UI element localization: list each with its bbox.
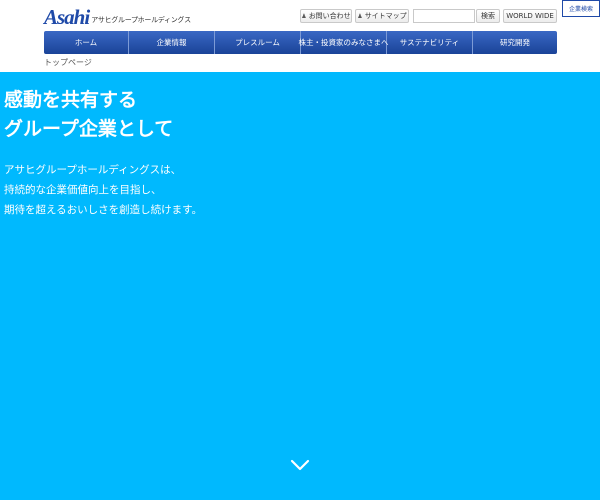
nav-item-investors[interactable]: 株主・投資家のみなさまへ <box>299 31 389 54</box>
person-icon: ♟ <box>301 12 307 20</box>
site-header: Asahi アサヒグループホールディングス ♟ お問い合わせ ♟ サイトマップ … <box>0 0 600 72</box>
global-nav: ホーム 企業情報 プレスルーム 株主・投資家のみなさまへ サステナビリティ 研究… <box>44 31 557 54</box>
hero-title: 感動を共有する グループ企業として <box>4 86 173 144</box>
nav-item-home[interactable]: ホーム <box>44 31 129 54</box>
nav-item-sustainability[interactable]: サステナビリティ <box>387 31 473 54</box>
hero-text: アサヒグループホールディングスは、 持続的な企業価値向上を目指し、 期待を超える… <box>4 160 202 220</box>
sitemap-label: サイトマップ <box>364 12 407 20</box>
logo-mark: Asahi <box>44 5 90 29</box>
nav-item-company[interactable]: 企業情報 <box>129 31 215 54</box>
contact-label: お問い合わせ <box>308 12 351 20</box>
hero-title-line: グループ企業として <box>4 118 174 140</box>
nav-item-pressroom[interactable]: プレスルーム <box>215 31 301 54</box>
search-input[interactable] <box>413 9 475 23</box>
contact-button[interactable]: ♟ お問い合わせ <box>300 9 352 23</box>
asahi-logo[interactable]: Asahi アサヒグループホールディングス <box>44 5 191 29</box>
world-wide-button[interactable]: WORLD WIDE <box>503 9 557 23</box>
hero-title-line: 感動を共有する <box>4 89 138 111</box>
search-button[interactable]: 検索 <box>476 9 500 23</box>
nav-item-research[interactable]: 研究開発 <box>473 31 557 54</box>
hero-text-line: 持続的な企業価値向上を目指し、 <box>4 184 162 196</box>
chevron-down-icon[interactable] <box>290 458 310 472</box>
corporate-search-link[interactable]: 企業検索 <box>562 0 600 17</box>
hero-text-line: 期待を超えるおいしさを創造し続けます。 <box>4 204 203 216</box>
breadcrumb: トップページ <box>44 58 92 67</box>
person-icon: ♟ <box>357 12 363 20</box>
hero-text-line: アサヒグループホールディングスは、 <box>4 164 182 176</box>
sitemap-button[interactable]: ♟ サイトマップ <box>355 9 409 23</box>
logo-subtitle: アサヒグループホールディングス <box>91 16 191 24</box>
